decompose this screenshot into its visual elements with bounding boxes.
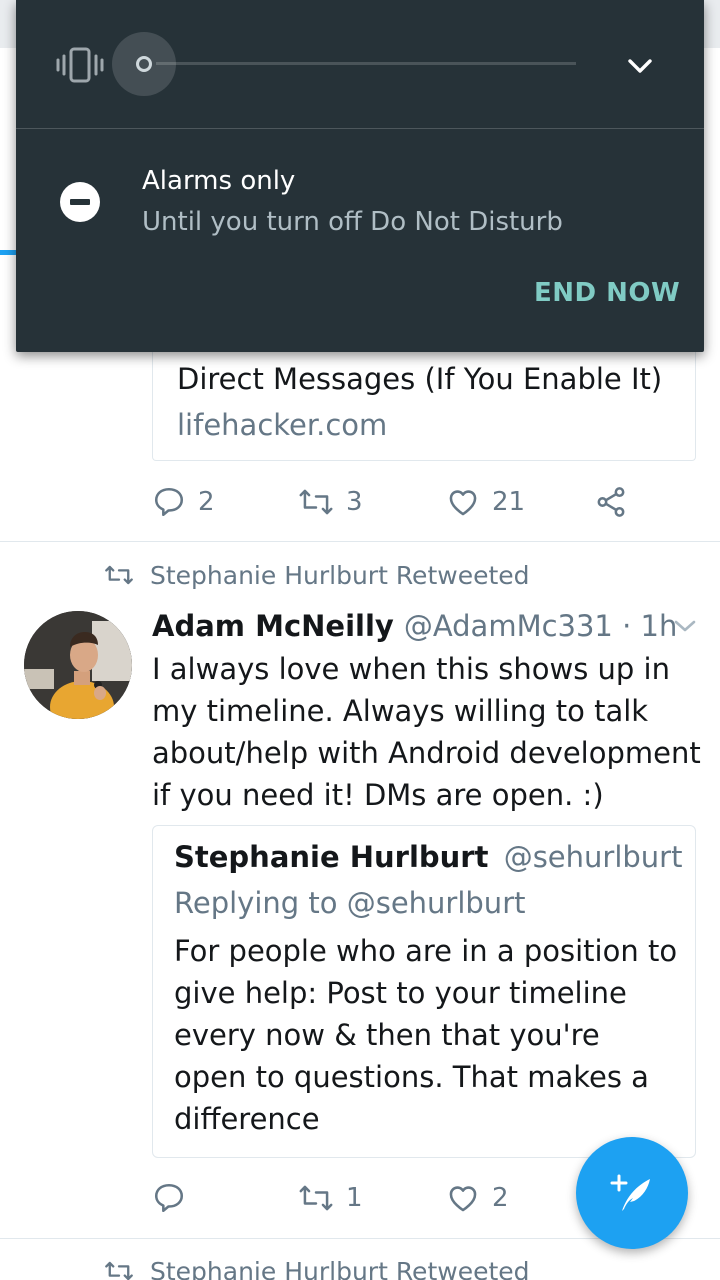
retweeted-by: Stephanie Hurlburt Retweeted [104,560,530,590]
do-not-disturb-icon [60,182,100,222]
retweet-button[interactable]: 3 [298,482,363,522]
vibrate-icon[interactable] [56,46,104,88]
tab-indicator [0,250,16,255]
retweeted-by-text: Stephanie Hurlburt Retweeted [150,560,530,590]
like-count: 21 [492,487,526,517]
quoted-tweet-header: Stephanie Hurlburt @sehurlburt [174,840,682,874]
quoted-replying-to: Replying to @sehurlburt [174,886,526,920]
like-count: 2 [492,1183,509,1213]
quoted-author-handle: @sehurlburt [503,840,683,874]
chevron-down-icon [628,59,652,73]
tweet-actions: 2 3 21 [152,482,672,522]
end-now-button[interactable]: END NOW [534,278,680,308]
reply-button[interactable] [152,1178,198,1218]
chevron-down-icon [674,620,696,632]
quoted-tweet[interactable]: Stephanie Hurlburt @sehurlburt Replying … [152,825,696,1158]
dnd-mode-title: Alarms only [142,166,296,196]
tweet-menu-button[interactable] [672,616,698,640]
retweet-count: 3 [346,487,363,517]
quoted-tweet-text: For people who are in a position to give… [174,934,678,1136]
avatar[interactable] [24,611,132,719]
like-icon [449,490,477,516]
reply-count: 2 [198,487,215,517]
reply-icon [154,487,184,517]
retweet-button[interactable]: 1 [298,1178,363,1218]
author-name[interactable]: Adam McNeilly [152,609,394,643]
link-card-title: Direct Messages (If You Enable It) [177,362,663,396]
retweeted-by: Stephanie Hurlburt Retweeted [104,1256,530,1280]
like-button[interactable]: 21 [446,482,525,522]
volume-slider-thumb[interactable] [136,56,152,72]
quoted-author-name: Stephanie Hurlburt [174,840,489,874]
retweet-icon [105,1261,133,1280]
volume-slider-track[interactable] [156,62,576,65]
volume-dnd-panel: Alarms only Until you turn off Do Not Di… [16,0,704,352]
tweet-text: I always love when this shows up in my t… [152,652,701,812]
tweet-divider [0,541,720,542]
retweet-icon [105,565,133,585]
compose-tweet-icon [610,1174,650,1211]
compose-tweet-button[interactable] [576,1137,688,1249]
share-button[interactable] [594,482,628,522]
retweet-count: 1 [346,1183,363,1213]
share-icon [597,487,625,517]
like-button[interactable]: 2 [446,1178,509,1218]
volume-row [16,0,704,128]
reply-button[interactable]: 2 [152,482,215,522]
reply-icon [154,1183,184,1213]
expand-volume-button[interactable] [620,46,660,86]
retweeted-by-text: Stephanie Hurlburt Retweeted [150,1256,530,1280]
like-icon [449,1186,477,1212]
panel-divider [16,128,704,129]
tweet-header: Adam McNeilly @AdamMc331 · 1h [152,606,677,646]
retweet-icon [299,489,333,515]
author-handle-time: @AdamMc331 · 1h [403,609,678,643]
link-card-domain: lifehacker.com [177,408,388,442]
dnd-mode-subtitle: Until you turn off Do Not Disturb [142,207,563,237]
retweet-icon [299,1185,333,1211]
